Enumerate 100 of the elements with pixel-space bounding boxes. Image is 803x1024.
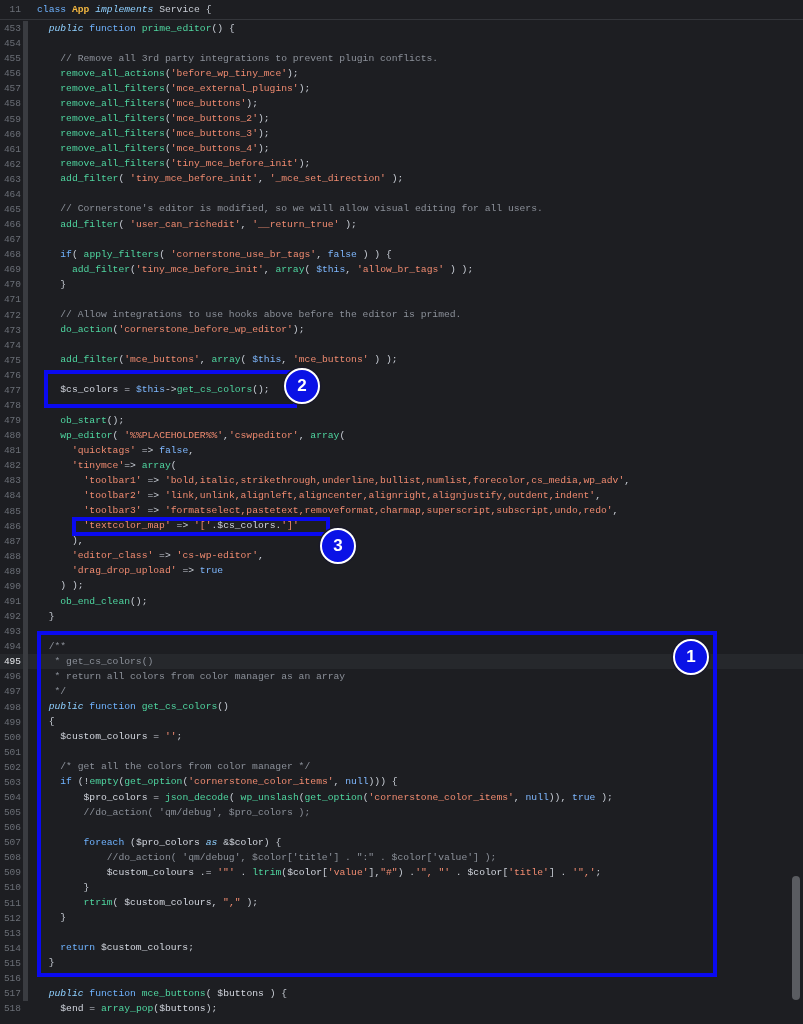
code-line: // Cornerstone's editor is modified, so we will allow visual editing for all users. (60, 204, 543, 215)
line-number: 473 (2, 324, 21, 336)
line-number: 503 (2, 776, 21, 788)
code-line: * get_cs_colors() (54, 656, 154, 667)
line-number: 461 (2, 143, 21, 155)
number-badge: 3 (320, 528, 356, 564)
code-line: foreach ($pro_colors as &$color) { (83, 837, 282, 848)
line-number: 455 (2, 53, 21, 65)
line-number: 514 (2, 942, 21, 954)
line-number: 476 (2, 369, 21, 381)
code-line: 'toolbar2' => 'link,unlink,alignleft,aligncenter,alignright,alignjustify,outdent,indent', (83, 490, 601, 501)
line-number: 462 (2, 158, 21, 170)
line-number: 490 (2, 580, 21, 592)
code-line: ob_end_clean(); (60, 596, 148, 607)
line-number: 469 (2, 264, 21, 276)
line-number: 458 (2, 98, 21, 110)
code-line: ), (71, 536, 84, 547)
code-line: $pro_colors = json_decode( wp_unslash(get_option('cornerstone_color_items', null)), true ); (83, 792, 613, 803)
line-number: 502 (2, 761, 21, 773)
line-number: 480 (2, 430, 21, 442)
line-number: 496 (2, 671, 21, 683)
line-number: 499 (2, 716, 21, 728)
line-number: 459 (2, 113, 21, 125)
code-line: ob_start(); (60, 415, 125, 426)
line-number: 474 (2, 339, 21, 351)
code-line: $cs_colors = $this->get_cs_colors(); (60, 385, 270, 396)
code-line: remove_all_filters('mce_external_plugins'); (60, 83, 311, 94)
line-number: 501 (2, 746, 21, 758)
line-number: 515 (2, 957, 21, 969)
code-line: if( apply_filters( 'cornerstone_use_br_tags', false ) ) { (60, 249, 392, 260)
code-line: $custom_colours = ''; (60, 732, 183, 743)
code-line: ) ); (60, 581, 84, 592)
code-line: do_action('cornerstone_before_wp_editor'); (60, 325, 305, 336)
code-line: * return all colors from color manager as an array (54, 671, 346, 682)
line-number: 479 (2, 415, 21, 427)
code-line: return $custom_colours; (60, 943, 194, 954)
line-number: 494 (2, 641, 21, 653)
line-number: 505 (2, 807, 21, 819)
line-number: 489 (2, 565, 21, 577)
scrollbar[interactable] (792, 876, 800, 1000)
line-number: 506 (2, 822, 21, 834)
number-badge: 2 (284, 368, 320, 404)
line-number: 497 (2, 686, 21, 698)
line-number: 478 (2, 400, 21, 411)
line-number: 504 (2, 792, 21, 803)
line-number: 468 (2, 249, 21, 261)
line-number: 457 (2, 83, 21, 95)
line-number: 454 (2, 38, 21, 50)
code-line: remove_all_filters('mce_buttons'); (60, 98, 258, 109)
line-number: 475 (2, 354, 21, 366)
line-number: 484 (2, 490, 21, 502)
line-number: 463 (2, 173, 21, 185)
line-number: 513 (2, 927, 21, 939)
code-line: /* get all the colors from color manager */ (60, 762, 311, 773)
code-line: 'toolbar1' => 'bold,italic,strikethrough,underline,bullist,numlist,forecolor,cs_media,wp_adv', (83, 475, 631, 486)
line-number: 453 (2, 23, 21, 35)
code-line: class App implements Service { (37, 4, 212, 15)
code-line: } (48, 611, 55, 622)
line-number: 491 (2, 596, 21, 607)
line-number: 481 (2, 445, 21, 457)
line-number: 485 (2, 505, 21, 517)
code-line: add_filter('tiny_mce_before_init', array( $this, 'allow_br_tags' ) ); (71, 264, 474, 275)
code-line: rtrim( $custom_colours, "," ); (83, 898, 259, 909)
line-number: 456 (2, 68, 21, 80)
line-number: 511 (2, 897, 21, 909)
code-line: if (!empty(get_option('cornerstone_color_items', null))) { (60, 777, 398, 788)
line-number: 460 (2, 128, 21, 140)
code-line: add_filter('mce_buttons', array( $this, 'mce_buttons' ) ); (60, 355, 398, 366)
line-number: 498 (2, 701, 21, 713)
line-number: 517 (2, 988, 21, 1000)
line-number: 488 (2, 550, 21, 562)
line-number: 466 (2, 219, 21, 231)
code-line: */ (54, 686, 67, 697)
line-number: 510 (2, 882, 21, 894)
line-number: 493 (2, 626, 21, 638)
code-line: 'drag_drop_upload' => true (71, 566, 224, 577)
code-line: } (48, 958, 55, 969)
code-line: $custom_colours .= '"' . ltrim($color['value'],"#") .'", "' . $color['title'] . '",'; (106, 867, 602, 878)
code-line: public function prime_editor() { (48, 23, 235, 34)
code-line: remove_all_filters('mce_buttons_4'); (60, 144, 270, 155)
number-badge: 1 (673, 639, 709, 675)
line-number: 500 (2, 731, 21, 743)
code-line: /** (48, 641, 67, 652)
code-line: $end = array_pop($buttons); (60, 1003, 218, 1014)
code-line: // Remove all 3rd party integrations to prevent plugin conflicts. (60, 53, 439, 64)
code-line: 'textcolor_map' => '['.$cs_colors.']' (83, 521, 299, 532)
line-number: 486 (2, 520, 21, 532)
code-line: remove_all_filters('mce_buttons_3'); (60, 129, 270, 140)
code-line: add_filter( 'tiny_mce_before_init', '_mce_set_direction' ); (60, 174, 404, 185)
line-number: 516 (2, 972, 21, 984)
line-number: 11 (8, 4, 21, 15)
code-line: { (48, 717, 55, 728)
code-line: } (60, 279, 67, 290)
line-number: 509 (2, 867, 21, 879)
code-line: } (83, 883, 90, 893)
code-line: public function mce_buttons( $buttons ) { (48, 988, 288, 999)
line-number: 472 (2, 309, 21, 321)
line-number: 477 (2, 384, 21, 396)
code-line: wp_editor( '%%PLACEHOLDER%%','cswpeditor', array( (60, 430, 346, 441)
code-line: public function get_cs_colors() (48, 702, 229, 713)
